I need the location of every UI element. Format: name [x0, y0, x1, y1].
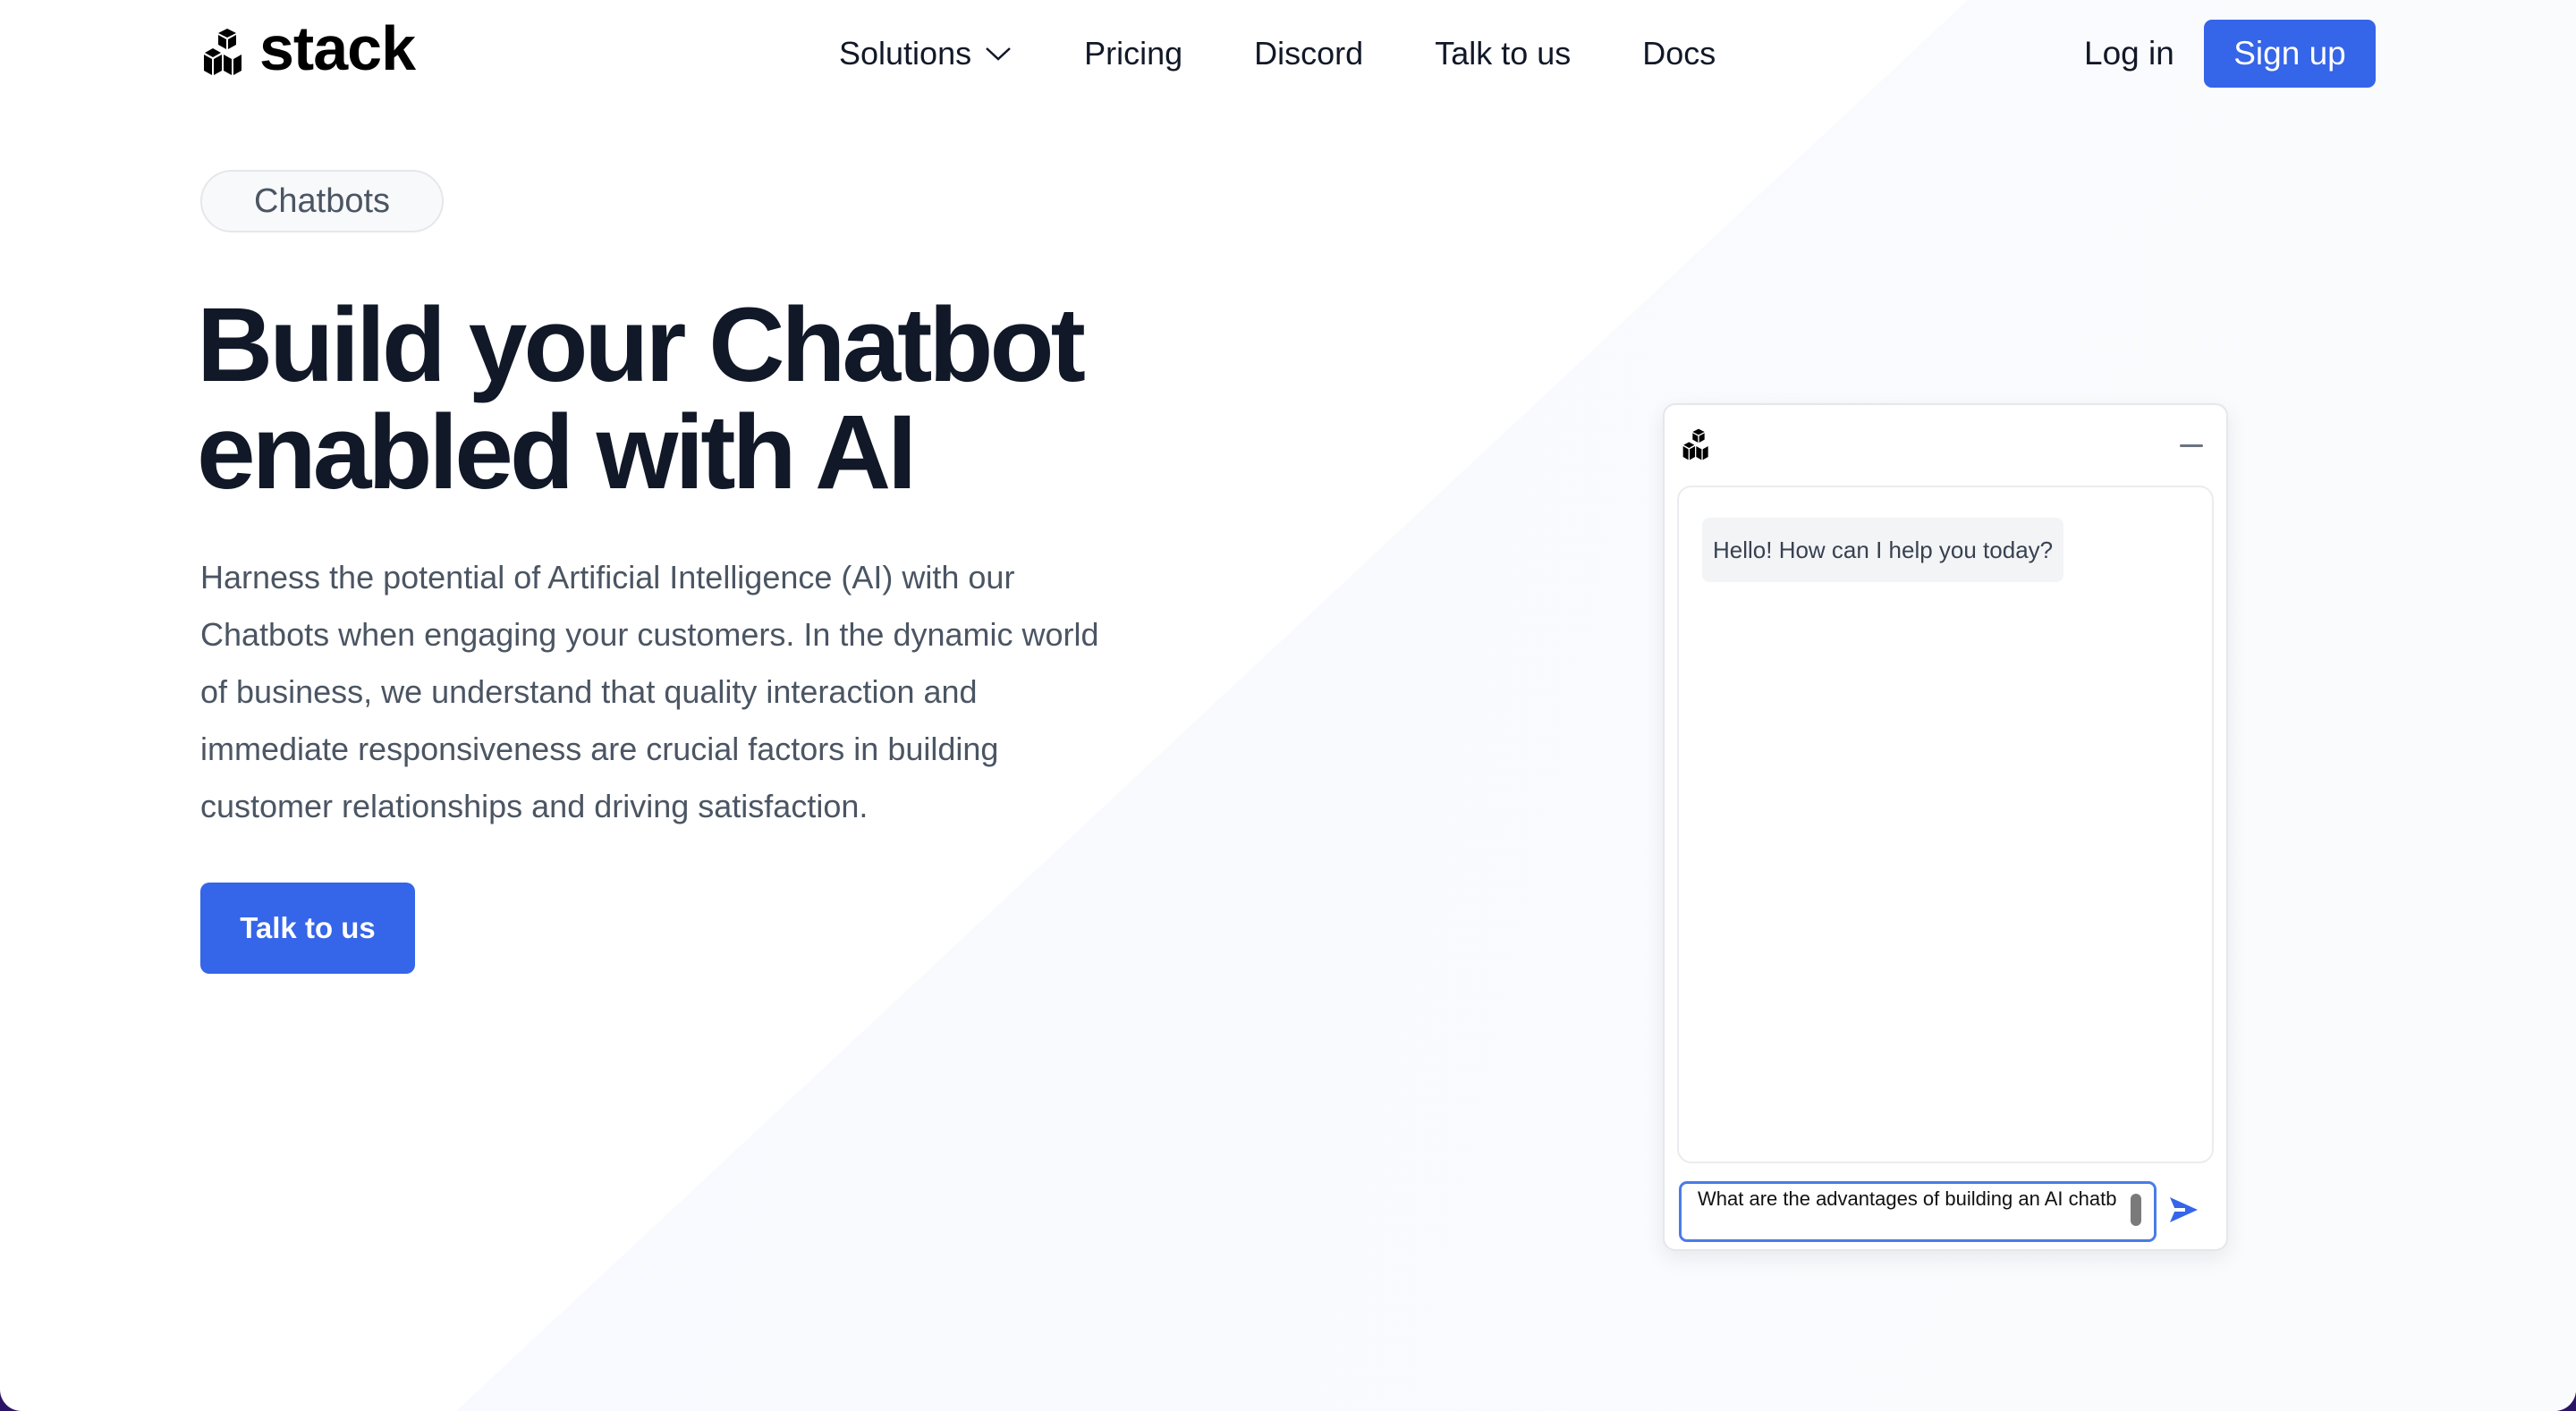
chat-message-input[interactable]: What are the advantages of building an A…	[1679, 1181, 2157, 1242]
nav-item-solutions[interactable]: Solutions	[839, 32, 1013, 75]
nav-item-label: Docs	[1642, 35, 1716, 72]
title-line-1: Build your Chatbot	[197, 286, 1086, 404]
send-icon[interactable]	[2167, 1194, 2199, 1226]
nav-item-talk-to-us[interactable]: Talk to us	[1435, 32, 1571, 75]
stacked-cubes-icon	[1682, 428, 1708, 460]
signup-button[interactable]: Sign up	[2204, 20, 2376, 88]
nav-item-label: Pricing	[1084, 35, 1183, 72]
bot-message: Hello! How can I help you today?	[1702, 518, 2064, 582]
nav-item-pricing[interactable]: Pricing	[1084, 32, 1182, 75]
chat-input-row: What are the advantages of building an A…	[1679, 1181, 2216, 1242]
main-nav: Solutions Pricing Discord Talk to us Doc…	[839, 32, 1787, 75]
nav-item-docs[interactable]: Docs	[1642, 32, 1716, 75]
input-scrollbar[interactable]	[2131, 1194, 2141, 1226]
title-line-2: enabled with AI	[197, 393, 917, 511]
stacked-cubes-icon	[204, 29, 242, 75]
landing-page: stack Solutions Pricing Discord Talk to …	[0, 0, 2576, 1411]
login-link[interactable]: Log in	[2084, 32, 2174, 75]
nav-item-discord[interactable]: Discord	[1254, 32, 1363, 75]
chevron-down-icon	[986, 47, 1011, 61]
chat-messages: Hello! How can I help you today?	[1677, 486, 2214, 1163]
brand-logo[interactable]: stack	[200, 17, 416, 80]
page-title: Build your Chatbot enabled with AI	[197, 291, 1360, 506]
minimize-icon[interactable]	[2180, 444, 2203, 447]
chat-widget: Hello! How can I help you today? What ar…	[1663, 403, 2228, 1251]
nav-item-label: Discord	[1254, 35, 1364, 72]
talk-to-us-button[interactable]: Talk to us	[200, 883, 415, 974]
nav-item-label: Talk to us	[1435, 35, 1572, 72]
brand-name: stack	[259, 13, 416, 83]
hero-description: Harness the potential of Artificial Inte…	[200, 559, 1099, 824]
category-badge: Chatbots	[200, 170, 444, 232]
nav-item-label: Solutions	[839, 35, 972, 72]
